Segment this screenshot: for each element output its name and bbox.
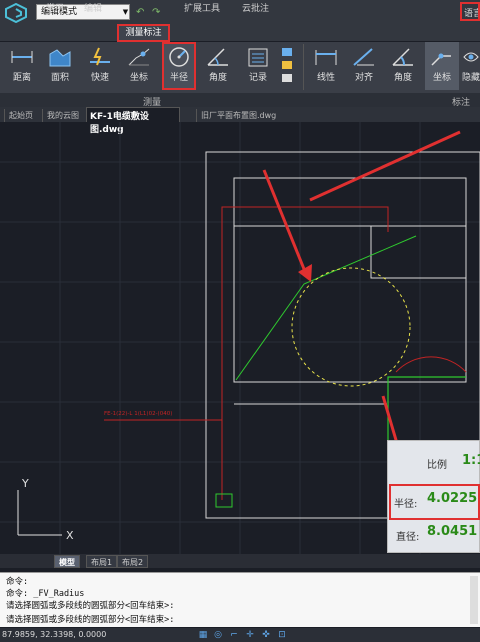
tab-old-plant-layout[interactable]: 旧厂平面布置图.dwg: [196, 109, 280, 122]
ortho-icon[interactable]: ⌐: [229, 630, 239, 640]
radius-value: 4.0225: [427, 491, 478, 506]
aligned-label: 对齐: [354, 73, 373, 83]
osnap-icon[interactable]: ✜: [261, 630, 271, 640]
undo-icon[interactable]: ↶: [136, 7, 144, 18]
annotate-angle-label: 角度: [393, 73, 412, 83]
command-input[interactable]: 请选择圆弧或多段线的圆弧部分<回车结束>:: [6, 613, 174, 625]
polar-icon[interactable]: ✛: [245, 630, 255, 640]
fullscreen-icon[interactable]: ⊡: [277, 630, 287, 640]
angle-label: 角度: [208, 73, 227, 83]
linear-button[interactable]: 线性: [308, 44, 344, 90]
frame-box: [370, 225, 467, 279]
quick-button[interactable]: 快速: [82, 44, 118, 90]
linear-label: 线性: [316, 73, 335, 83]
radius-button[interactable]: 半径: [161, 44, 197, 90]
annotate-coordinate-icon: [431, 53, 451, 66]
annotate-angle-button[interactable]: 角度: [385, 44, 421, 90]
menu-extension-tools[interactable]: 扩展工具: [184, 2, 220, 16]
hide-icon: [463, 52, 479, 62]
scale-label: 比例: [427, 460, 447, 471]
green-polyline: [235, 235, 417, 381]
linear-icon: [315, 50, 337, 65]
radius-icon: [169, 47, 189, 67]
annotate-coordinate-button[interactable]: 坐标: [424, 44, 460, 90]
radius-label: 半径: [169, 73, 188, 83]
tab-my-cloud-drawings[interactable]: 我的云图: [42, 109, 83, 122]
ucs-y-label: Y: [21, 477, 29, 490]
distance-icon: [11, 51, 33, 63]
distance-button[interactable]: 距离: [4, 44, 40, 90]
diameter-value: 8.0451: [427, 524, 478, 539]
hide-label: 隐藏: [462, 73, 480, 83]
quick-label: 快速: [90, 73, 109, 83]
record-button[interactable]: 记录: [240, 44, 276, 90]
menu-common[interactable]: 常用: [46, 2, 64, 16]
scale-value: 1:1: [462, 453, 480, 468]
ucs-x-label: X: [66, 529, 74, 542]
diameter-label: 直径:: [396, 532, 420, 543]
grid-icon[interactable]: ▦: [198, 630, 208, 640]
menu-measure-annotate[interactable]: 测量标注: [117, 24, 170, 42]
menu-bar: [0, 24, 480, 41]
red-annotation-text: FE-1(22)-L 1(L1)02-(040): [104, 411, 172, 417]
red-cable-route: [221, 206, 389, 500]
aligned-icon: [353, 48, 374, 66]
menu-cloud-annotate[interactable]: 云批注: [242, 2, 269, 16]
ribbon-group-labels: [0, 93, 480, 107]
language-button[interactable]: 语言: [460, 2, 480, 21]
small-tools-icon: [282, 48, 292, 82]
ribbon-separator: [303, 44, 304, 90]
angle-button[interactable]: 角度: [200, 44, 236, 90]
coordinate-readout: 87.9859, 32.3398, 0.0000: [2, 630, 107, 639]
radius-label: 半径:: [394, 499, 418, 510]
arrow-from-language: [309, 130, 461, 202]
quick-measure-icon: [90, 47, 110, 66]
coordinate-label: 坐标: [129, 73, 148, 83]
annotate-angle-icon: [392, 48, 413, 66]
command-scrollbar[interactable]: [470, 576, 478, 624]
area-icon: [49, 49, 71, 67]
measure-small-tools[interactable]: [280, 46, 294, 86]
coordinate-button[interactable]: 坐标: [121, 44, 157, 90]
coordinate-icon: [128, 48, 150, 66]
tab-layout-2[interactable]: 布局2: [117, 555, 149, 568]
hide-button[interactable]: 隐藏: [462, 44, 480, 90]
area-label: 面积: [50, 73, 69, 83]
command-line-2: 命令: _FV_Radius: [6, 589, 85, 599]
redo-icon[interactable]: ↷: [152, 7, 160, 18]
tab-start-page[interactable]: 起始页: [4, 109, 37, 122]
green-marker: [215, 493, 233, 508]
tab-model[interactable]: 模型: [54, 555, 80, 568]
record-label: 记录: [248, 73, 267, 83]
measured-arc-circle: [291, 267, 411, 387]
snap-icon[interactable]: ◎: [213, 630, 223, 640]
app-logo-icon: [4, 2, 28, 24]
command-line-3: 请选择圆弧或多段线的圆弧部分<回车结束>:: [6, 601, 175, 611]
angle-icon: [207, 48, 228, 66]
tab-layout-1[interactable]: 布局1: [86, 555, 118, 568]
aligned-button[interactable]: 对齐: [346, 44, 382, 90]
record-icon: [248, 48, 268, 67]
menu-edit[interactable]: 编辑: [84, 2, 102, 16]
chevron-down-icon[interactable]: ▼: [120, 4, 131, 20]
inner-frame: [233, 177, 467, 383]
red-arc: [395, 356, 467, 373]
command-line-1: 命令:: [6, 577, 29, 587]
ucs-icon: Y X: [17, 477, 74, 542]
area-button[interactable]: 面积: [42, 44, 78, 90]
annotate-coordinate-label: 坐标: [432, 73, 451, 83]
distance-label: 距离: [12, 73, 31, 83]
tab-cable-laying-drawing[interactable]: KF-1电缆敷设图.dwg: [86, 107, 180, 135]
